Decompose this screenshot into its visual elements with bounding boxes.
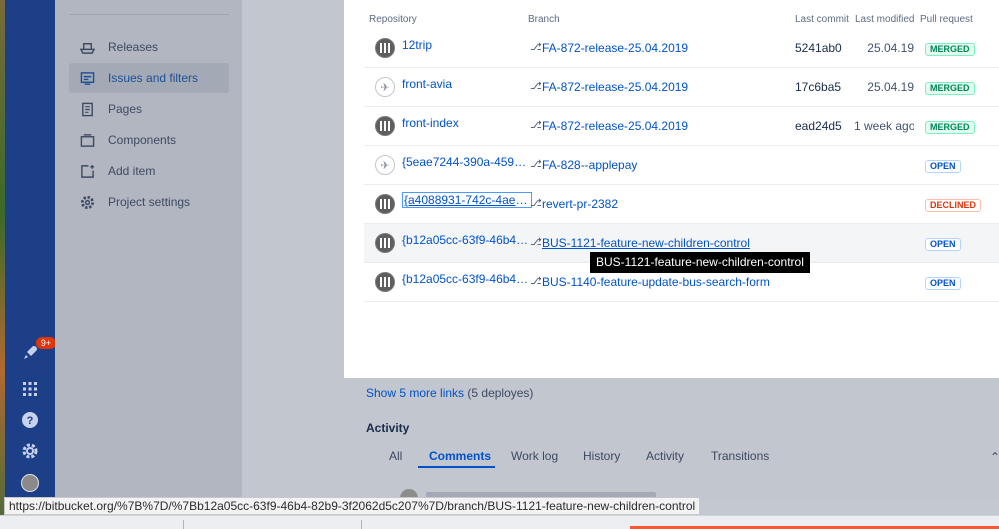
sidebar-item-label: Components [108, 133, 177, 147]
branch-link[interactable]: BUS-1140-feature-update-bus-search-form [542, 275, 770, 289]
issues-icon [79, 70, 95, 86]
pr-status-badge[interactable]: OPEN [925, 277, 961, 290]
pr-status-badge[interactable]: OPEN [925, 160, 961, 173]
sidebar-item-pages[interactable]: Pages [69, 94, 229, 124]
browser-bottom-bar [0, 515, 999, 529]
table-row: ✈ {5eae7244-390a-4594-8… ⎇ FA-828--apple… [364, 146, 999, 185]
link-status-url: https://bitbucket.org/%7B%7D/%7Bb12a05cc… [4, 497, 701, 515]
repository-link[interactable]: front-index [402, 116, 532, 130]
gear-icon [79, 194, 95, 210]
commit-link[interactable]: 5241ab0 [795, 41, 842, 55]
project-sidebar: Releases Issues and filters Pages Compon… [55, 0, 242, 500]
branch-icon: ⎇ [530, 276, 542, 287]
plane-icon: ✈ [375, 77, 395, 97]
chevron-up-icon[interactable]: ⌃ [990, 450, 999, 464]
branch-icon: ⎇ [530, 42, 542, 53]
add-item-icon [79, 163, 95, 179]
last-modified: 25.04.19 [867, 41, 914, 55]
repository-link[interactable]: {b12a05cc-63f9-46b4-82… [402, 233, 532, 247]
commit-link[interactable]: ead24d5 [795, 119, 842, 133]
development-dialog: Repository Branch Last commit Last modif… [344, 0, 999, 378]
sidebar-item-label: Issues and filters [108, 71, 199, 85]
page-icon [79, 101, 95, 117]
tab-transitions[interactable]: Transitions [711, 449, 769, 463]
show-more-links[interactable]: Show 5 more links (5 deployes) [366, 386, 533, 400]
plane-icon: ✈ [375, 155, 395, 175]
sidebar-item-add-item[interactable]: Add item [69, 156, 229, 186]
header-last-modified: Last modified [855, 14, 915, 25]
tab-all[interactable]: All [389, 449, 402, 463]
pr-status-badge[interactable]: MERGED [925, 43, 975, 56]
repository-avatar-icon [375, 233, 395, 253]
table-row: 12trip ⎇ FA-872-release-25.04.2019 5241a… [364, 29, 999, 68]
notification-badge: 9+ [36, 337, 56, 349]
sidebar-item-components[interactable]: Components [69, 125, 229, 155]
sidebar-item-project-settings[interactable]: Project settings [69, 187, 229, 217]
branch-link[interactable]: FA-828--applepay [542, 158, 637, 172]
settings-icon[interactable] [20, 441, 40, 461]
pr-status-badge[interactable]: MERGED [925, 82, 975, 95]
header-pull-request: Pull request [920, 14, 973, 25]
table-row: front-index ⎇ FA-872-release-25.04.2019 … [364, 107, 999, 146]
branch-icon: ⎇ [530, 198, 542, 209]
repository-link[interactable]: front-avia [402, 77, 532, 91]
table-row: ✈ front-avia ⎇ FA-872-release-25.04.2019… [364, 68, 999, 107]
branch-icon: ⎇ [530, 237, 542, 248]
sidebar-item-releases[interactable]: Releases [69, 32, 229, 62]
tab-comments[interactable]: Comments [429, 449, 491, 463]
show-more-link[interactable]: Show 5 more links [366, 386, 464, 400]
repository-avatar-icon [375, 38, 395, 58]
sidebar-item-label: Add item [108, 164, 156, 178]
active-tab-indicator [418, 466, 495, 468]
header-branch: Branch [528, 14, 560, 25]
sidebar-item-label: Pages [108, 102, 143, 116]
app-switcher-icon[interactable] [20, 379, 40, 399]
header-last-commit: Last commit [795, 14, 849, 25]
divider [361, 520, 362, 529]
commit-link[interactable]: 17c6ba5 [795, 80, 841, 94]
repository-avatar-icon [375, 272, 395, 292]
branch-link[interactable]: FA-872-release-25.04.2019 [542, 119, 688, 133]
sidebar-item-issues-and-filters[interactable]: Issues and filters [69, 63, 229, 93]
tab-work-log[interactable]: Work log [511, 449, 558, 463]
divider [69, 14, 229, 15]
pr-status-badge[interactable]: OPEN [925, 238, 961, 251]
repository-link[interactable]: 12trip [402, 38, 532, 52]
repository-avatar-icon [375, 194, 395, 214]
repository-link[interactable]: {5eae7244-390a-4594-8… [402, 155, 532, 169]
repository-link[interactable]: {a4088931-742c-4aea-b… [402, 192, 532, 208]
deploy-count: (5 deployes) [467, 386, 534, 400]
svg-text:?: ? [27, 415, 34, 427]
tab-history[interactable]: History [583, 449, 620, 463]
pr-status-badge[interactable]: DECLINED [925, 199, 982, 212]
branch-tooltip: BUS-1121-feature-new-children-control [590, 252, 810, 273]
table-row: {a4088931-742c-4aea-b… ⎇ revert-pr-2382 … [364, 185, 999, 224]
sidebar-item-label: Releases [108, 40, 159, 54]
repository-avatar-icon [375, 116, 395, 136]
repository-link[interactable]: {b12a05cc-63f9-46b4-82… [402, 272, 532, 286]
sidebar-item-label: Project settings [108, 195, 191, 209]
branch-link[interactable]: revert-pr-2382 [542, 197, 618, 211]
branch-link[interactable]: FA-872-release-25.04.2019 [542, 41, 688, 55]
branch-link[interactable]: FA-872-release-25.04.2019 [542, 80, 688, 94]
divider [183, 520, 184, 529]
user-avatar[interactable] [21, 474, 39, 492]
pr-status-badge[interactable]: MERGED [925, 121, 975, 134]
branch-icon: ⎇ [530, 159, 542, 170]
branch-icon: ⎇ [530, 120, 542, 131]
activity-heading: Activity [366, 421, 410, 435]
branch-link[interactable]: BUS-1121-feature-new-children-control [542, 236, 750, 250]
global-nav: 9+ ? [5, 0, 56, 500]
tab-activity[interactable]: Activity [646, 449, 684, 463]
header-repository: Repository [369, 14, 417, 25]
ship-icon [79, 39, 95, 55]
help-icon[interactable]: ? [20, 410, 40, 430]
last-modified: 25.04.19 [867, 80, 914, 94]
components-icon [79, 132, 95, 148]
last-modified: 1 week ago [854, 119, 914, 133]
branch-icon: ⎇ [530, 81, 542, 92]
